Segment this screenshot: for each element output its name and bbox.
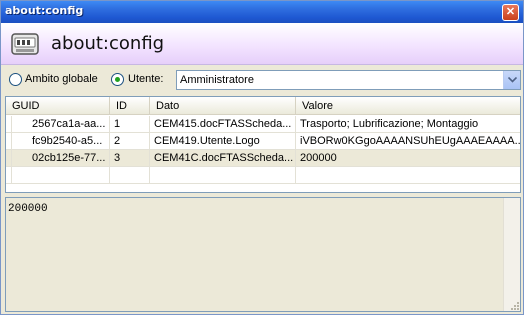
column-header-valore[interactable]: Valore	[296, 97, 520, 115]
cell-id	[110, 167, 150, 183]
config-table[interactable]: GUID ID Dato Valore 2567ca1a-aa... 1 CEM…	[5, 96, 521, 193]
cell-dato: CEM419.Utente.Logo	[150, 133, 296, 149]
value-editor-text: 200000	[8, 203, 48, 215]
global-scope-label: Ambito globale	[25, 73, 98, 85]
scope-selector: Ambito globale Utente: Amministratore	[1, 67, 523, 93]
global-scope-radio[interactable]	[9, 73, 22, 86]
cell-id: 1	[110, 116, 150, 132]
table-row-new[interactable]	[6, 167, 520, 184]
cell-dato: CEM41C.docFTASScheda...	[150, 150, 296, 166]
about-config-window: about:config ✕ about:config Ambito globa…	[0, 0, 524, 315]
value-editor[interactable]: 200000	[5, 197, 521, 312]
cell-guid	[12, 167, 110, 183]
user-dropdown[interactable]: Amministratore	[176, 70, 521, 90]
title-bar[interactable]: about:config ✕	[1, 1, 523, 23]
dropdown-button[interactable]	[503, 71, 520, 89]
cell-dato	[150, 167, 296, 183]
table-row[interactable]: fc9b2540-a5... 2 CEM419.Utente.Logo iVBO…	[6, 133, 520, 150]
table-header: GUID ID Dato Valore	[6, 97, 520, 115]
resize-grip-icon[interactable]	[510, 301, 520, 311]
close-icon: ✕	[505, 6, 516, 18]
column-header-guid[interactable]: GUID	[6, 97, 110, 115]
cell-valore: 200000	[300, 152, 337, 164]
column-header-dato[interactable]: Dato	[150, 97, 296, 115]
close-button[interactable]: ✕	[502, 4, 519, 21]
page-title: about:config	[51, 33, 165, 54]
header-banner: about:config	[1, 23, 523, 65]
table-row[interactable]: 2567ca1a-aa... 1 CEM415.docFTASScheda...…	[6, 116, 520, 133]
user-scope-label: Utente:	[128, 73, 164, 85]
cell-valore: iVBORw0KGgoAAAANSUhEUgAAAEAAAA...	[300, 135, 520, 147]
table-row[interactable]: 02cb125e-77... 3 CEM41C.docFTASScheda...…	[6, 150, 520, 167]
user-dropdown-value: Amministratore	[180, 74, 254, 86]
config-settings-icon	[11, 33, 39, 55]
radio-selected-dot	[115, 77, 120, 82]
cell-valore: Trasporto; Lubrificazione; Montaggio	[300, 118, 479, 130]
cell-id: 3	[110, 150, 150, 166]
window-title: about:config	[5, 4, 84, 17]
cell-guid: fc9b2540-a5...	[12, 133, 110, 149]
column-header-id[interactable]: ID	[110, 97, 150, 115]
cell-valore	[296, 167, 520, 183]
cell-guid: 02cb125e-77...	[12, 150, 110, 166]
vertical-scrollbar[interactable]	[503, 198, 520, 311]
cell-dato: CEM415.docFTASScheda...	[150, 116, 296, 132]
cell-id: 2	[110, 133, 150, 149]
chevron-down-icon	[508, 77, 517, 83]
user-scope-radio[interactable]	[111, 73, 124, 86]
cell-guid: 2567ca1a-aa...	[12, 116, 110, 132]
